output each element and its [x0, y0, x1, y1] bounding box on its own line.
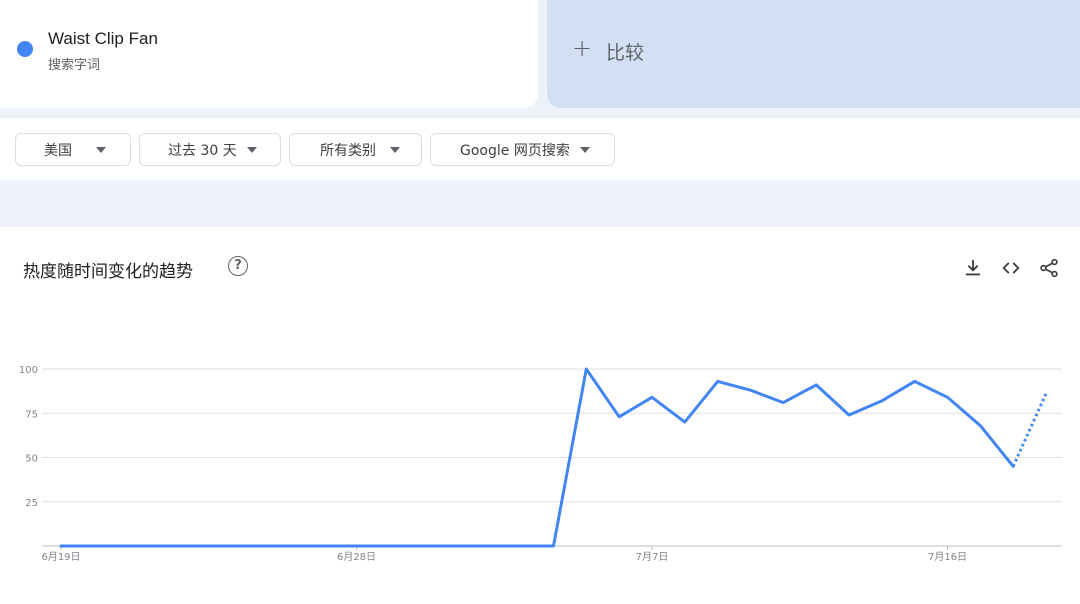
search-term-type: 搜索字词	[48, 58, 101, 73]
time-range-filter-label: 过去 30 天	[168, 142, 237, 159]
x-tick-label: 7月7日	[636, 551, 669, 563]
x-tick-label: 6月19日	[41, 551, 80, 563]
y-tick-label: 25	[25, 498, 38, 509]
y-tick-label: 100	[19, 365, 38, 376]
filter-bar: 美国 过去 30 天 所有类别 Google 网页搜索	[0, 118, 1080, 180]
region-filter[interactable]: 美国	[15, 133, 131, 166]
plus-icon: +	[572, 34, 593, 62]
x-tick-label: 7月16日	[928, 551, 967, 563]
dropdown-arrow-icon	[390, 146, 400, 153]
section-gap	[0, 180, 1080, 227]
dropdown-arrow-icon	[96, 146, 106, 153]
search-type-filter[interactable]: Google 网页搜索	[430, 133, 615, 166]
x-tick-label: 6月28日	[337, 551, 376, 563]
region-filter-label: 美国	[44, 142, 72, 159]
dropdown-arrow-icon	[246, 146, 257, 153]
category-filter[interactable]: 所有类别	[289, 133, 422, 166]
y-tick-label: 75	[25, 409, 38, 420]
compare-label: 比较	[606, 42, 645, 64]
compare-button[interactable]: + 比较	[547, 0, 1080, 108]
time-range-filter[interactable]: 过去 30 天	[139, 133, 281, 166]
series-color-dot	[17, 41, 33, 57]
series-line-partial	[1011, 393, 1048, 467]
interest-over-time-card: 热度随时间变化的趋势 ? 25 50 75 100 6月19日 6月28日 7月7日 7月16…	[0, 227, 1080, 604]
category-filter-label: 所有类别	[320, 142, 376, 159]
trend-line-chart[interactable]: 25 50 75 100 6月19日 6月28日 7月7日 7月16日	[0, 227, 1080, 604]
y-tick-label: 50	[25, 454, 38, 465]
dropdown-arrow-icon	[579, 146, 590, 153]
search-type-filter-label: Google 网页搜索	[460, 142, 570, 159]
search-term-name[interactable]: Waist Clip Fan	[48, 29, 158, 49]
search-term-card[interactable]: Waist Clip Fan 搜索字词	[0, 0, 538, 108]
